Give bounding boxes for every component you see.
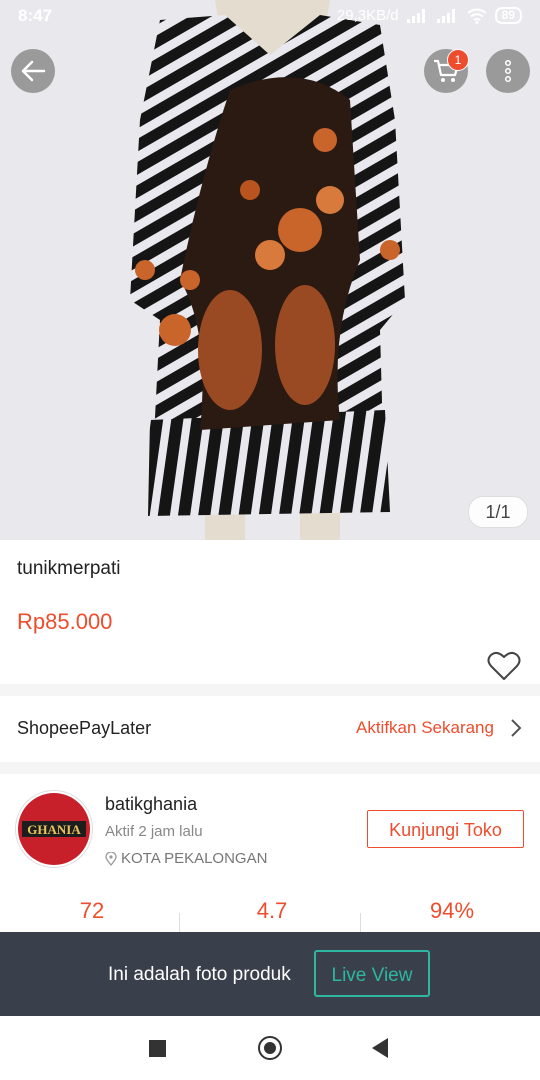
chevron-right-icon	[508, 718, 524, 738]
cart-count-badge: 1	[447, 49, 469, 71]
wifi-icon	[467, 8, 487, 24]
location-pin-icon	[105, 851, 117, 866]
visit-shop-button[interactable]: Kunjungi Toko	[367, 810, 524, 848]
shop-logo[interactable]: GHANIA	[15, 790, 93, 868]
nav-home-icon[interactable]	[258, 1036, 282, 1060]
shop-stat-chat-performance: 94%	[429, 898, 475, 923]
favorite-button[interactable]	[487, 650, 521, 682]
shop-stat-products: 72	[79, 898, 105, 923]
more-options-button[interactable]	[486, 49, 530, 93]
status-bar: 8:47 29,3KB/d 89	[0, 0, 540, 34]
product-price: Rp85.000	[17, 609, 113, 634]
image-counter: 1/1	[468, 496, 528, 528]
live-view-button[interactable]: Live View	[314, 950, 430, 997]
shop-active-status: Aktif 2 jam lalu	[105, 823, 203, 840]
product-title: tunikmerpati	[17, 558, 121, 579]
nav-recent-icon[interactable]	[149, 1040, 166, 1057]
shop-stat-rating: 4.7	[256, 898, 288, 923]
shop-logo-text: GHANIA	[27, 822, 81, 837]
back-button[interactable]	[11, 49, 55, 93]
signal-icon	[406, 8, 429, 23]
photo-banner-text: Ini adalah foto produk	[108, 964, 291, 985]
battery-indicator: 89	[494, 7, 522, 24]
nav-back-icon[interactable]	[372, 1038, 388, 1063]
shop-name[interactable]: batikghania	[105, 794, 197, 815]
paylater-activate-link[interactable]: Aktifkan Sekarang	[356, 718, 494, 738]
paylater-label: ShopeePayLater	[17, 718, 152, 738]
shop-location: KOTA PEKALONGAN	[105, 850, 267, 867]
back-arrow-icon	[21, 60, 46, 82]
shop-location-text: KOTA PEKALONGAN	[121, 850, 268, 867]
network-speed: 29,3KB/d	[336, 7, 399, 24]
section-divider	[0, 684, 540, 696]
more-vertical-icon	[504, 59, 512, 83]
stat-divider	[179, 913, 180, 933]
signal-icon	[436, 8, 459, 23]
system-nav-bar	[0, 1016, 540, 1080]
heart-icon	[487, 651, 521, 680]
status-time: 8:47	[18, 6, 53, 25]
section-divider	[0, 762, 540, 774]
stat-divider	[360, 913, 361, 933]
